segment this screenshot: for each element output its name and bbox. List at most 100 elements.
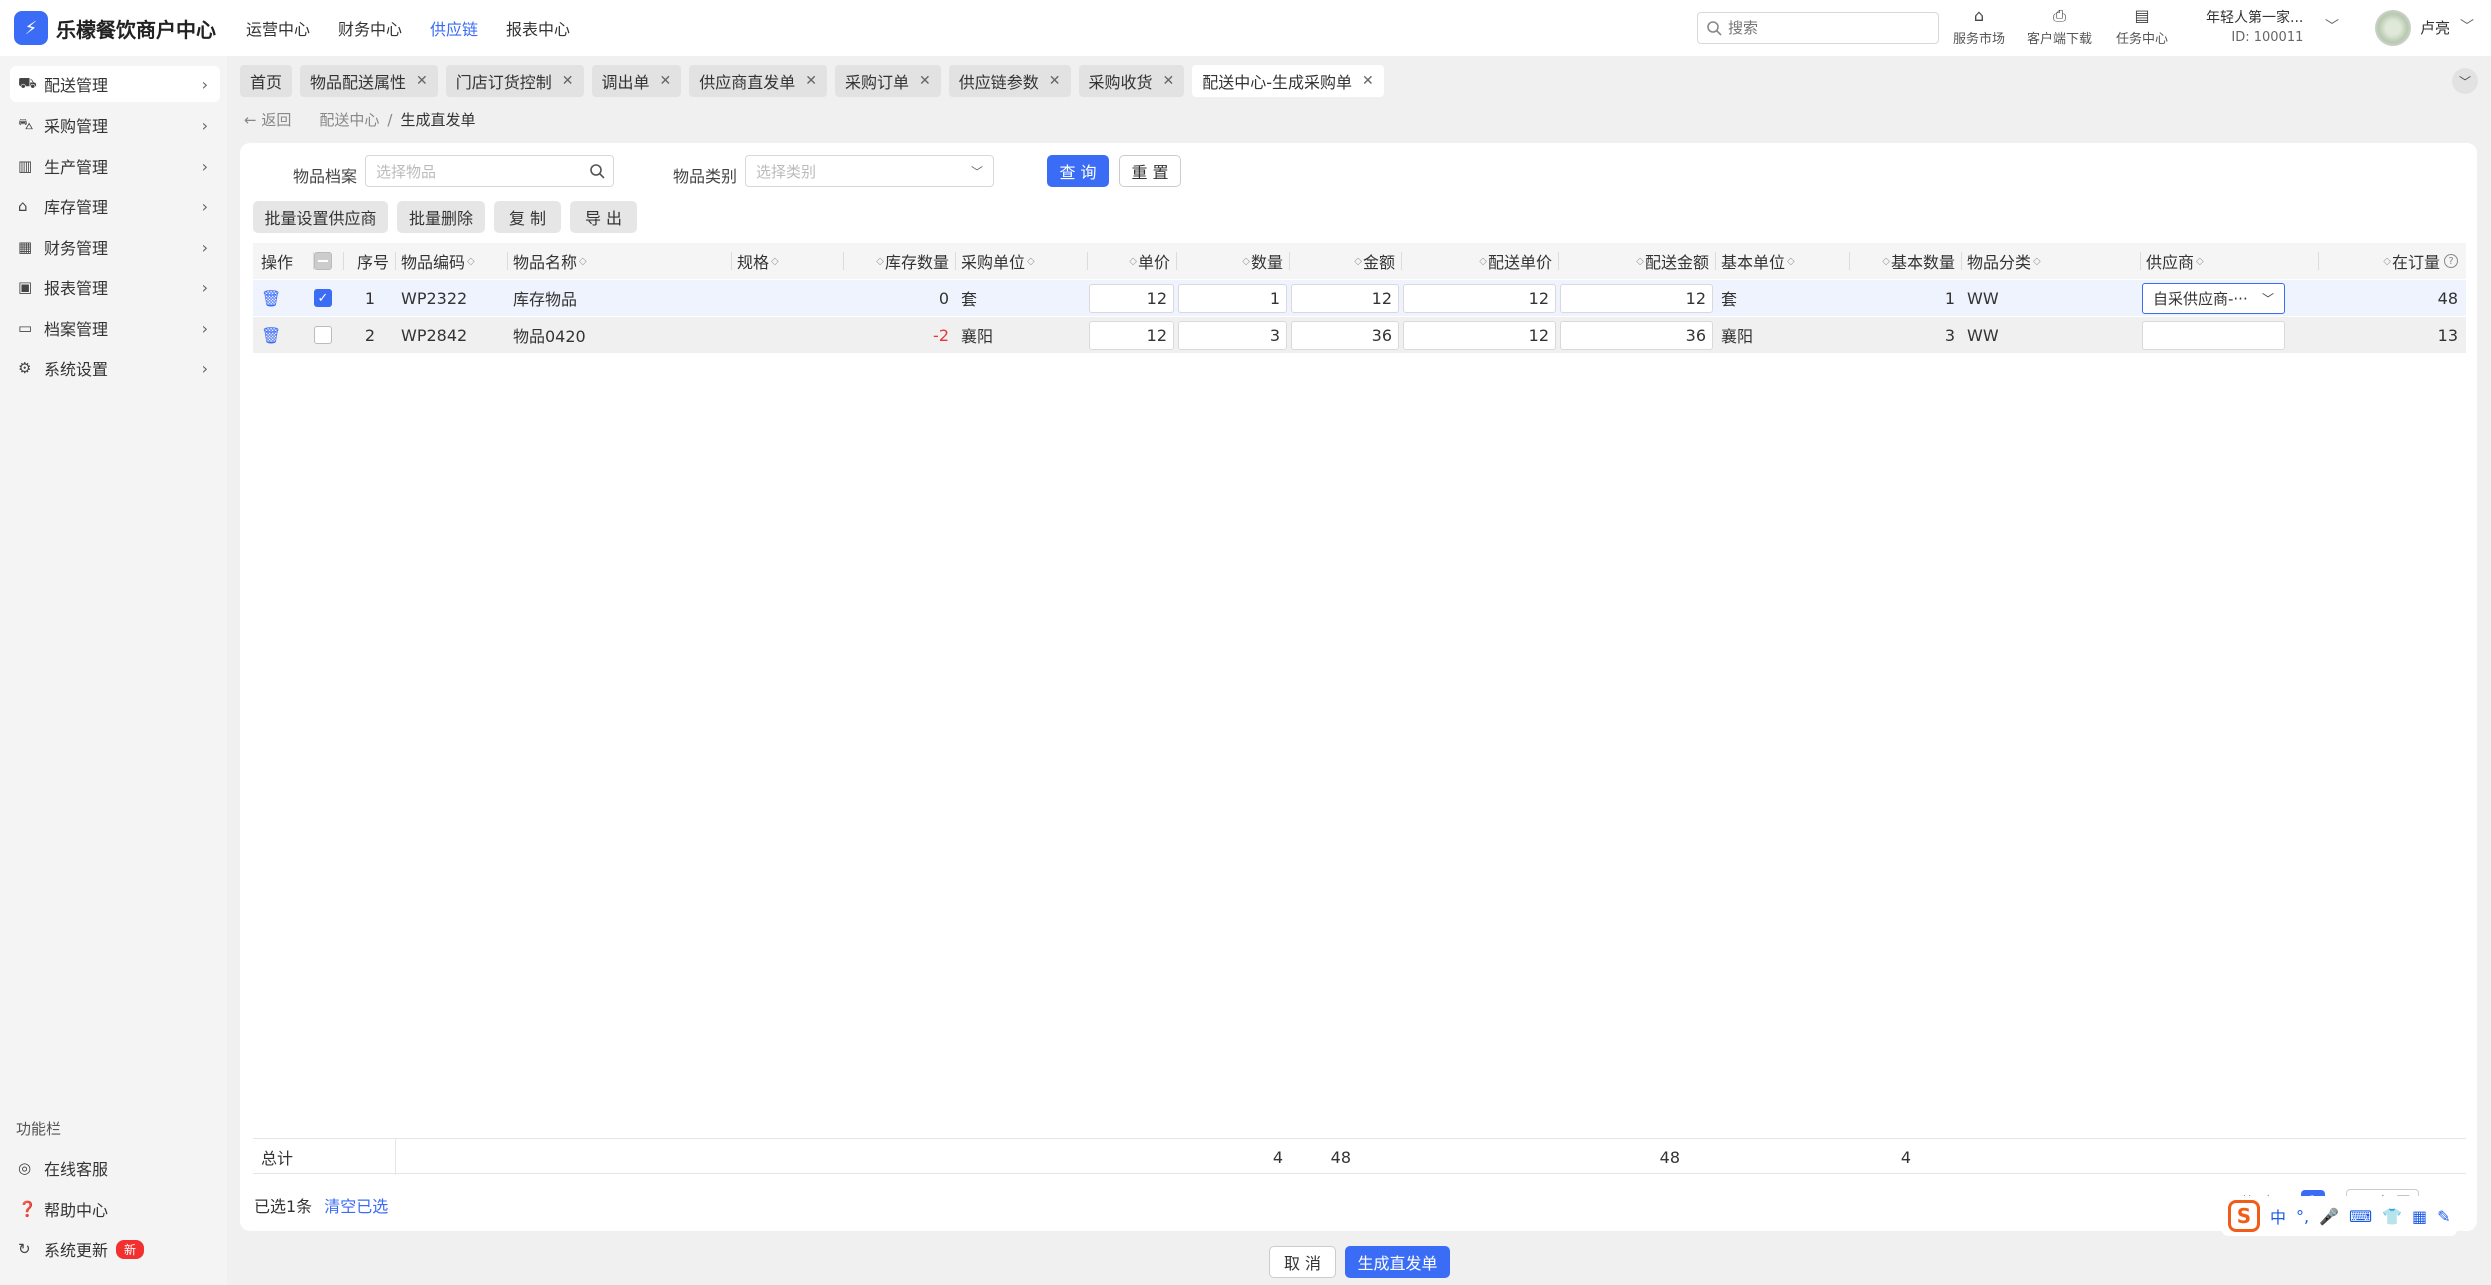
online-support-link[interactable]: ◎ 在线客服 [10,1150,220,1186]
service-market-button[interactable]: ⌂ 服务市场 [1953,6,2005,47]
back-link[interactable]: ← 返回 [244,109,291,130]
generate-direct-order-button[interactable]: 生成直发单 [1345,1246,1450,1278]
reset-button[interactable]: 重 置 [1119,155,1181,187]
sidebar-item-finance[interactable]: ▦ 财务管理 › [10,229,220,265]
close-icon[interactable]: ✕ [1163,73,1175,89]
help-icon[interactable]: ? [2444,254,2458,268]
tab-store-order-control[interactable]: 门店订货控制 ✕ [445,65,584,97]
clear-selection-link[interactable]: 清空已选 [324,1197,388,1216]
col-base-unit[interactable]: 基本单位 ◇ [1715,243,1849,279]
close-icon[interactable]: ✕ [660,73,672,89]
category-select[interactable]: 选择类别 ﹀ [745,155,994,187]
col-qty-label: 数量 [1250,253,1283,272]
col-amount-label: 金额 [1362,253,1395,272]
copy-button[interactable]: 复 制 [494,201,561,233]
row-price-input[interactable]: 12 [1089,284,1174,313]
sidebar-item-reports[interactable]: ▣ 报表管理 › [10,269,220,305]
row-supplier-select[interactable]: 自采供应商-··· ﹀ [2142,283,2285,314]
batch-set-supplier-button[interactable]: 批量设置供应商 [253,201,388,233]
tab-supplier-direct[interactable]: 供应商直发单 ✕ [689,65,828,97]
tab-home[interactable]: 首页 [240,65,293,97]
close-icon[interactable]: ✕ [1362,73,1374,89]
logo[interactable]: ⚡ 乐檬餐饮商户中心 [14,11,234,45]
delete-row-button[interactable]: 🗑 [261,317,281,353]
close-icon[interactable]: ✕ [1049,73,1061,89]
row-amount-input[interactable]: 12 [1291,284,1399,313]
topnav-reports[interactable]: 报表中心 [506,16,570,40]
close-icon[interactable]: ✕ [919,73,931,89]
delete-row-button[interactable]: 🗑 [261,280,281,316]
tab-supply-params[interactable]: 供应链参数 ✕ [948,65,1071,97]
export-button[interactable]: 导 出 [570,201,637,233]
user-name[interactable]: 卢亮 [2420,17,2450,38]
keyboard-icon[interactable]: ⌨ [2349,1207,2372,1226]
close-icon[interactable]: ✕ [562,73,574,89]
col-base-qty[interactable]: ◇ 基本数量 [1849,243,1961,279]
col-delivery-amount[interactable]: ◇ 配送金额 [1558,243,1715,279]
col-delivery-price[interactable]: ◇ 配送单价 [1401,243,1558,279]
row-checkbox[interactable] [314,326,332,344]
row-delivery-amount-input[interactable]: 36 [1560,321,1713,350]
col-stock[interactable]: ◇ 库存数量 [843,243,955,279]
system-update-link[interactable]: ↻ 系统更新 新 [10,1231,220,1267]
col-name[interactable]: 物品名称 ◇ [507,243,731,279]
col-spec[interactable]: 规格 ◇ [731,243,843,279]
tab-item-delivery-attrs[interactable]: 物品配送属性 ✕ [300,65,438,97]
col-unit[interactable]: 采购单位 ◇ [955,243,1087,279]
skin-icon[interactable]: 👕 [2382,1207,2402,1226]
col-supplier[interactable]: 供应商 ◇ [2140,243,2318,279]
chevron-down-icon[interactable]: ﹀ [2460,16,2474,36]
col-category[interactable]: 物品分类 ◇ [1961,243,2140,279]
item-select[interactable]: 选择物品 [365,155,614,187]
tab-generate-po[interactable]: 配送中心-生成采购单 ✕ [1192,65,1384,97]
close-icon[interactable]: ✕ [805,73,817,89]
client-download-button[interactable]: ⎙ 客户端下载 [2027,6,2092,47]
select-all-checkbox[interactable] [314,252,332,270]
row-delivery-amount-input[interactable]: 12 [1560,284,1713,313]
sidebar-item-delivery[interactable]: ⛟ 配送管理 › [10,66,220,102]
tab-purchase-receipt[interactable]: 采购收货 ✕ [1078,65,1185,97]
chevron-down-icon[interactable]: ﹀ [2452,68,2478,94]
col-on-order[interactable]: ◇ 在订量? [2318,243,2466,279]
punctuation-icon[interactable]: °, [2296,1207,2309,1226]
toolbox-icon[interactable]: ▦ [2412,1207,2427,1226]
batch-delete-button[interactable]: 批量删除 [397,201,485,233]
row-delivery-price-input[interactable]: 12 [1403,284,1556,313]
more-icon[interactable]: ✎ [2437,1207,2450,1226]
row-amount-input[interactable]: 36 [1291,321,1399,350]
col-code[interactable]: 物品编码 ◇ [395,243,507,279]
topnav-supply-chain[interactable]: 供应链 [430,16,478,40]
global-search-input[interactable] [1728,19,1928,37]
ime-chinese-mode[interactable]: 中 [2270,1204,2286,1228]
sidebar-item-production[interactable]: ▥ 生产管理 › [10,148,220,184]
cancel-button[interactable]: 取 消 [1269,1246,1336,1278]
row-qty-input[interactable]: 1 [1178,284,1287,313]
row-supplier-select[interactable] [2142,321,2285,350]
avatar[interactable] [2375,10,2411,46]
col-price[interactable]: ◇ 单价 [1087,243,1176,279]
chevron-down-icon[interactable]: ﹀ [2325,16,2339,36]
sidebar-item-archives[interactable]: ▭ 档案管理 › [10,310,220,346]
col-amount[interactable]: ◇ 金额 [1289,243,1401,279]
global-search[interactable] [1697,12,1939,44]
topnav-finance[interactable]: 财务中心 [338,16,402,40]
row-qty-input[interactable]: 3 [1178,321,1287,350]
sidebar-item-inventory[interactable]: ⌂ 库存管理 › [10,188,220,224]
topnav-operations[interactable]: 运营中心 [246,16,310,40]
ime-toolbar[interactable]: S 中 °, 🎤 ⌨ 👕 ▦ ✎ [2222,1196,2457,1236]
sidebar-item-purchase[interactable]: ⛍ 采购管理 › [10,107,220,143]
microphone-icon[interactable]: 🎤 [2319,1207,2339,1226]
tab-transfer-out[interactable]: 调出单 ✕ [591,65,682,97]
help-center-link[interactable]: ❓ 帮助中心 [10,1191,220,1227]
store-switcher[interactable]: 年轻人第一家... ID: 100011 [2206,8,2303,48]
sidebar-item-settings[interactable]: ⚙ 系统设置 › [10,350,220,386]
breadcrumb-parent[interactable]: 配送中心 [319,109,379,130]
query-button[interactable]: 查 询 [1047,155,1109,187]
task-center-button[interactable]: ▤ 任务中心 [2116,6,2168,47]
row-checkbox[interactable]: ✓ [314,289,332,307]
tab-purchase-order[interactable]: 采购订单 ✕ [835,65,941,97]
close-icon[interactable]: ✕ [416,73,428,89]
row-price-input[interactable]: 12 [1089,321,1174,350]
col-qty[interactable]: ◇ 数量 [1176,243,1289,279]
row-delivery-price-input[interactable]: 12 [1403,321,1556,350]
